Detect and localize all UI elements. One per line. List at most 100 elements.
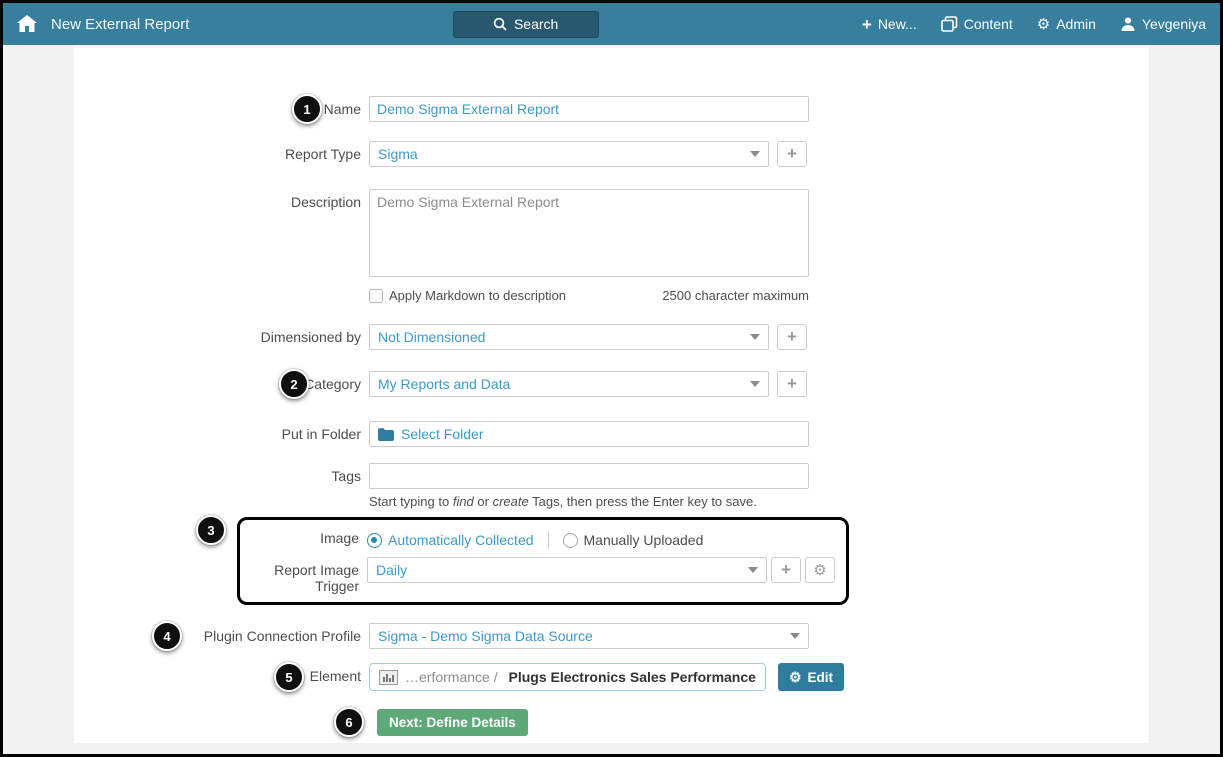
category-label: Category bbox=[74, 371, 369, 392]
nav-admin-button[interactable]: ⚙ Admin bbox=[1037, 16, 1096, 32]
nav-new-button[interactable]: + New... bbox=[862, 16, 917, 33]
chart-thumbnail-icon bbox=[379, 670, 398, 685]
markdown-checkbox[interactable] bbox=[369, 289, 383, 303]
add-report-type-button[interactable]: + bbox=[777, 141, 807, 167]
content-icon bbox=[941, 16, 958, 32]
category-value: My Reports and Data bbox=[378, 376, 744, 392]
select-folder-label: Select Folder bbox=[401, 426, 483, 442]
description-label: Description bbox=[74, 189, 369, 210]
nav-content-label: Content bbox=[964, 16, 1013, 32]
tags-input[interactable] bbox=[369, 463, 809, 489]
category-dropdown[interactable]: My Reports and Data bbox=[369, 371, 769, 397]
image-section: 3 Image Automatically Collected bbox=[74, 517, 1149, 605]
annotation-badge-3: 3 bbox=[196, 515, 226, 545]
gear-icon: ⚙ bbox=[789, 670, 802, 684]
home-icon bbox=[17, 15, 37, 33]
annotation-badge-1: 1 bbox=[292, 94, 322, 124]
markdown-checkbox-label: Apply Markdown to description bbox=[389, 288, 566, 303]
trigger-settings-button[interactable]: ⚙ bbox=[805, 557, 835, 583]
top-navigation-bar: New External Report Search + New... bbox=[3, 3, 1220, 45]
edit-button-label: Edit bbox=[808, 670, 834, 685]
plus-icon: + bbox=[862, 16, 872, 33]
chevron-down-icon bbox=[750, 381, 760, 387]
radio-unselected-icon bbox=[563, 533, 578, 548]
search-button[interactable]: Search bbox=[453, 11, 599, 38]
element-name: Plugs Electronics Sales Performance bbox=[508, 669, 755, 685]
radio-selected-icon bbox=[367, 533, 382, 548]
add-category-button[interactable]: + bbox=[777, 371, 807, 397]
nav-new-label: New... bbox=[878, 16, 917, 32]
next-define-details-button[interactable]: Next: Define Details bbox=[377, 709, 528, 736]
nav-admin-label: Admin bbox=[1056, 16, 1096, 32]
home-button[interactable] bbox=[17, 15, 37, 33]
tags-help-text: Start typing to find or create Tags, the… bbox=[369, 494, 809, 509]
add-dimension-button[interactable]: + bbox=[777, 324, 807, 350]
description-textarea[interactable]: Demo Sigma External Report bbox=[369, 189, 809, 277]
plus-icon: + bbox=[787, 375, 797, 392]
search-icon bbox=[493, 17, 507, 31]
nav-content-button[interactable]: Content bbox=[941, 16, 1013, 32]
annotation-badge-2: 2 bbox=[279, 369, 309, 399]
image-trigger-dropdown[interactable]: Daily bbox=[367, 557, 767, 583]
chevron-down-icon bbox=[748, 567, 758, 573]
name-row: 1 Name bbox=[74, 96, 1149, 122]
chevron-down-icon bbox=[790, 633, 800, 639]
report-type-dropdown[interactable]: Sigma bbox=[369, 141, 769, 167]
plugin-profile-dropdown[interactable]: Sigma - Demo Sigma Data Source bbox=[369, 623, 809, 649]
name-input[interactable] bbox=[369, 96, 809, 122]
element-selector[interactable]: …erformance / Plugs Electronics Sales Pe… bbox=[369, 663, 766, 691]
element-row: 5 Element …erformance / Plugs Electronic… bbox=[74, 663, 1149, 691]
form-panel: 1 Name Report Type Sigma + D bbox=[74, 45, 1149, 743]
divider bbox=[548, 531, 549, 549]
annotation-badge-4: 4 bbox=[152, 621, 182, 651]
annotation-badge-5: 5 bbox=[274, 662, 304, 692]
report-type-value: Sigma bbox=[378, 146, 744, 162]
nav-user-label: Yevgeniya bbox=[1142, 16, 1206, 32]
image-trigger-value: Daily bbox=[376, 562, 742, 578]
page-title: New External Report bbox=[51, 16, 189, 33]
radio-manually-uploaded[interactable]: Manually Uploaded bbox=[563, 532, 704, 548]
annotation-badge-6: 6 bbox=[334, 707, 364, 737]
folder-icon bbox=[378, 428, 394, 441]
add-trigger-button[interactable]: + bbox=[771, 557, 801, 583]
tags-row: Tags Start typing to find or create Tags… bbox=[74, 463, 1149, 509]
plus-icon: + bbox=[787, 145, 797, 162]
report-type-label: Report Type bbox=[74, 141, 369, 162]
search-button-label: Search bbox=[514, 16, 558, 32]
name-label: Name bbox=[74, 96, 369, 117]
folder-label: Put in Folder bbox=[74, 421, 369, 442]
description-row: Description Demo Sigma External Report A… bbox=[74, 189, 1149, 303]
image-annotation-box: Image Automatically Collected Manually U… bbox=[237, 517, 849, 605]
chevron-down-icon bbox=[750, 334, 760, 340]
category-row: 2 Category My Reports and Data + bbox=[74, 371, 1149, 397]
element-path-prefix: …erformance / bbox=[405, 669, 501, 685]
char-max-note: 2500 character maximum bbox=[662, 288, 809, 303]
image-trigger-row: Report Image Trigger Daily + ⚙ bbox=[246, 557, 836, 594]
plus-icon: + bbox=[781, 561, 791, 578]
dimensioned-by-value: Not Dimensioned bbox=[378, 329, 744, 345]
image-row: Image Automatically Collected Manually U… bbox=[246, 528, 836, 549]
page-background: 1 Name Report Type Sigma + D bbox=[3, 45, 1220, 757]
nav-user-menu[interactable]: Yevgeniya bbox=[1120, 16, 1206, 32]
radio-automatically-collected-label: Automatically Collected bbox=[388, 532, 534, 548]
report-type-row: Report Type Sigma + bbox=[74, 141, 1149, 167]
gear-icon: ⚙ bbox=[1037, 17, 1050, 32]
chevron-down-icon bbox=[750, 151, 760, 157]
plugin-profile-value: Sigma - Demo Sigma Data Source bbox=[378, 628, 784, 644]
edit-element-button[interactable]: ⚙ Edit bbox=[778, 663, 844, 691]
app-window: New External Report Search + New... bbox=[0, 0, 1223, 757]
radio-automatically-collected[interactable]: Automatically Collected bbox=[367, 532, 534, 548]
dimensioned-by-label: Dimensioned by bbox=[74, 324, 369, 345]
element-label: Element bbox=[74, 663, 369, 684]
plus-icon: + bbox=[787, 328, 797, 345]
next-row: 6 Next: Define Details bbox=[74, 709, 1149, 736]
radio-manually-uploaded-label: Manually Uploaded bbox=[584, 532, 704, 548]
plugin-profile-row: 4 Plugin Connection Profile Sigma - Demo… bbox=[74, 623, 1149, 649]
folder-row: Put in Folder Select Folder bbox=[74, 421, 1149, 447]
dimensioned-by-dropdown[interactable]: Not Dimensioned bbox=[369, 324, 769, 350]
select-folder-button[interactable]: Select Folder bbox=[369, 421, 809, 447]
image-label: Image bbox=[246, 528, 367, 546]
plugin-profile-label: Plugin Connection Profile bbox=[74, 623, 369, 644]
tags-label: Tags bbox=[74, 463, 369, 484]
gear-icon: ⚙ bbox=[813, 563, 826, 578]
